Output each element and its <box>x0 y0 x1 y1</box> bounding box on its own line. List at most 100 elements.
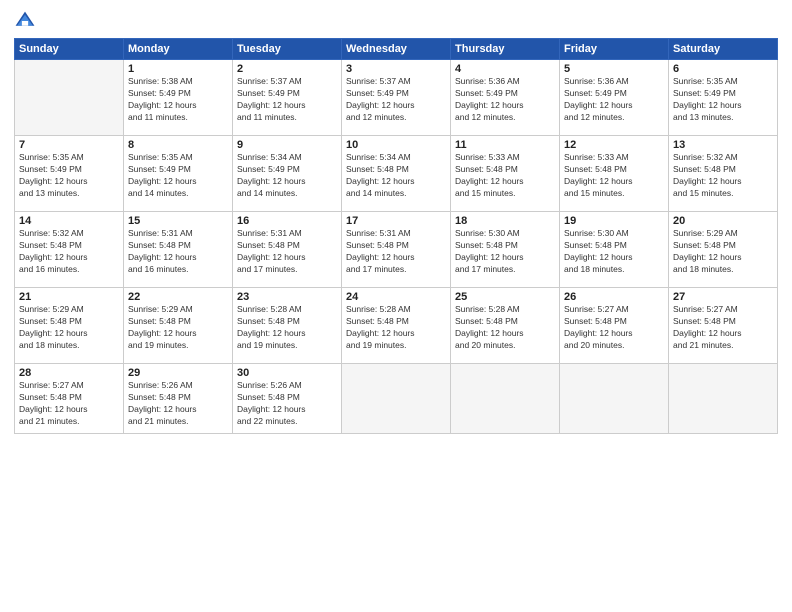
day-info: Sunrise: 5:31 AM Sunset: 5:48 PM Dayligh… <box>237 228 337 276</box>
day-number: 27 <box>673 291 773 303</box>
day-number: 13 <box>673 139 773 151</box>
day-info: Sunrise: 5:32 AM Sunset: 5:48 PM Dayligh… <box>673 152 773 200</box>
day-info: Sunrise: 5:34 AM Sunset: 5:48 PM Dayligh… <box>346 152 446 200</box>
weekday-header-sunday: Sunday <box>15 39 124 60</box>
day-info: Sunrise: 5:29 AM Sunset: 5:48 PM Dayligh… <box>128 304 228 352</box>
day-info: Sunrise: 5:30 AM Sunset: 5:48 PM Dayligh… <box>564 228 664 276</box>
calendar-cell: 18Sunrise: 5:30 AM Sunset: 5:48 PM Dayli… <box>451 212 560 288</box>
day-info: Sunrise: 5:34 AM Sunset: 5:49 PM Dayligh… <box>237 152 337 200</box>
calendar-cell: 14Sunrise: 5:32 AM Sunset: 5:48 PM Dayli… <box>15 212 124 288</box>
day-number: 7 <box>19 139 119 151</box>
day-number: 10 <box>346 139 446 151</box>
day-info: Sunrise: 5:27 AM Sunset: 5:48 PM Dayligh… <box>673 304 773 352</box>
calendar-cell: 20Sunrise: 5:29 AM Sunset: 5:48 PM Dayli… <box>669 212 778 288</box>
calendar-cell: 16Sunrise: 5:31 AM Sunset: 5:48 PM Dayli… <box>233 212 342 288</box>
day-number: 8 <box>128 139 228 151</box>
week-row-5: 28Sunrise: 5:27 AM Sunset: 5:48 PM Dayli… <box>15 364 778 434</box>
day-info: Sunrise: 5:37 AM Sunset: 5:49 PM Dayligh… <box>346 76 446 124</box>
calendar-cell: 9Sunrise: 5:34 AM Sunset: 5:49 PM Daylig… <box>233 136 342 212</box>
day-info: Sunrise: 5:35 AM Sunset: 5:49 PM Dayligh… <box>673 76 773 124</box>
calendar-cell <box>451 364 560 434</box>
day-info: Sunrise: 5:29 AM Sunset: 5:48 PM Dayligh… <box>19 304 119 352</box>
calendar-cell: 10Sunrise: 5:34 AM Sunset: 5:48 PM Dayli… <box>342 136 451 212</box>
weekday-header-friday: Friday <box>560 39 669 60</box>
calendar-cell: 19Sunrise: 5:30 AM Sunset: 5:48 PM Dayli… <box>560 212 669 288</box>
calendar-cell: 26Sunrise: 5:27 AM Sunset: 5:48 PM Dayli… <box>560 288 669 364</box>
calendar-cell <box>342 364 451 434</box>
weekday-header-row: SundayMondayTuesdayWednesdayThursdayFrid… <box>15 39 778 60</box>
day-info: Sunrise: 5:33 AM Sunset: 5:48 PM Dayligh… <box>564 152 664 200</box>
day-number: 9 <box>237 139 337 151</box>
calendar-cell: 22Sunrise: 5:29 AM Sunset: 5:48 PM Dayli… <box>124 288 233 364</box>
calendar-cell: 15Sunrise: 5:31 AM Sunset: 5:48 PM Dayli… <box>124 212 233 288</box>
calendar-cell: 5Sunrise: 5:36 AM Sunset: 5:49 PM Daylig… <box>560 60 669 136</box>
day-number: 12 <box>564 139 664 151</box>
day-number: 6 <box>673 63 773 75</box>
week-row-3: 14Sunrise: 5:32 AM Sunset: 5:48 PM Dayli… <box>15 212 778 288</box>
day-number: 4 <box>455 63 555 75</box>
day-info: Sunrise: 5:26 AM Sunset: 5:48 PM Dayligh… <box>237 380 337 428</box>
day-info: Sunrise: 5:27 AM Sunset: 5:48 PM Dayligh… <box>564 304 664 352</box>
day-info: Sunrise: 5:31 AM Sunset: 5:48 PM Dayligh… <box>128 228 228 276</box>
day-info: Sunrise: 5:29 AM Sunset: 5:48 PM Dayligh… <box>673 228 773 276</box>
day-info: Sunrise: 5:33 AM Sunset: 5:48 PM Dayligh… <box>455 152 555 200</box>
calendar-cell: 3Sunrise: 5:37 AM Sunset: 5:49 PM Daylig… <box>342 60 451 136</box>
day-number: 18 <box>455 215 555 227</box>
day-number: 16 <box>237 215 337 227</box>
week-row-2: 7Sunrise: 5:35 AM Sunset: 5:49 PM Daylig… <box>15 136 778 212</box>
day-number: 15 <box>128 215 228 227</box>
day-info: Sunrise: 5:28 AM Sunset: 5:48 PM Dayligh… <box>455 304 555 352</box>
calendar-cell: 29Sunrise: 5:26 AM Sunset: 5:48 PM Dayli… <box>124 364 233 434</box>
day-info: Sunrise: 5:31 AM Sunset: 5:48 PM Dayligh… <box>346 228 446 276</box>
calendar-cell <box>669 364 778 434</box>
calendar-cell: 11Sunrise: 5:33 AM Sunset: 5:48 PM Dayli… <box>451 136 560 212</box>
day-number: 26 <box>564 291 664 303</box>
day-number: 5 <box>564 63 664 75</box>
week-row-4: 21Sunrise: 5:29 AM Sunset: 5:48 PM Dayli… <box>15 288 778 364</box>
day-number: 19 <box>564 215 664 227</box>
day-number: 23 <box>237 291 337 303</box>
day-number: 17 <box>346 215 446 227</box>
calendar-table: SundayMondayTuesdayWednesdayThursdayFrid… <box>14 38 778 434</box>
calendar-cell: 25Sunrise: 5:28 AM Sunset: 5:48 PM Dayli… <box>451 288 560 364</box>
day-info: Sunrise: 5:32 AM Sunset: 5:48 PM Dayligh… <box>19 228 119 276</box>
calendar-cell: 17Sunrise: 5:31 AM Sunset: 5:48 PM Dayli… <box>342 212 451 288</box>
day-number: 29 <box>128 367 228 379</box>
weekday-header-wednesday: Wednesday <box>342 39 451 60</box>
day-info: Sunrise: 5:35 AM Sunset: 5:49 PM Dayligh… <box>128 152 228 200</box>
day-info: Sunrise: 5:35 AM Sunset: 5:49 PM Dayligh… <box>19 152 119 200</box>
calendar-cell: 12Sunrise: 5:33 AM Sunset: 5:48 PM Dayli… <box>560 136 669 212</box>
day-number: 20 <box>673 215 773 227</box>
day-number: 3 <box>346 63 446 75</box>
weekday-header-thursday: Thursday <box>451 39 560 60</box>
day-number: 11 <box>455 139 555 151</box>
logo-icon <box>14 10 36 32</box>
weekday-header-monday: Monday <box>124 39 233 60</box>
day-number: 21 <box>19 291 119 303</box>
week-row-1: 1Sunrise: 5:38 AM Sunset: 5:49 PM Daylig… <box>15 60 778 136</box>
calendar-cell: 2Sunrise: 5:37 AM Sunset: 5:49 PM Daylig… <box>233 60 342 136</box>
calendar-cell: 24Sunrise: 5:28 AM Sunset: 5:48 PM Dayli… <box>342 288 451 364</box>
calendar-cell <box>15 60 124 136</box>
day-number: 25 <box>455 291 555 303</box>
weekday-header-tuesday: Tuesday <box>233 39 342 60</box>
day-info: Sunrise: 5:28 AM Sunset: 5:48 PM Dayligh… <box>346 304 446 352</box>
day-number: 30 <box>237 367 337 379</box>
day-number: 28 <box>19 367 119 379</box>
calendar-cell: 27Sunrise: 5:27 AM Sunset: 5:48 PM Dayli… <box>669 288 778 364</box>
calendar-cell: 7Sunrise: 5:35 AM Sunset: 5:49 PM Daylig… <box>15 136 124 212</box>
day-info: Sunrise: 5:27 AM Sunset: 5:48 PM Dayligh… <box>19 380 119 428</box>
day-info: Sunrise: 5:37 AM Sunset: 5:49 PM Dayligh… <box>237 76 337 124</box>
logo <box>14 10 40 32</box>
calendar-cell: 28Sunrise: 5:27 AM Sunset: 5:48 PM Dayli… <box>15 364 124 434</box>
day-info: Sunrise: 5:26 AM Sunset: 5:48 PM Dayligh… <box>128 380 228 428</box>
calendar-cell: 21Sunrise: 5:29 AM Sunset: 5:48 PM Dayli… <box>15 288 124 364</box>
calendar-cell: 4Sunrise: 5:36 AM Sunset: 5:49 PM Daylig… <box>451 60 560 136</box>
day-number: 24 <box>346 291 446 303</box>
day-info: Sunrise: 5:38 AM Sunset: 5:49 PM Dayligh… <box>128 76 228 124</box>
day-number: 1 <box>128 63 228 75</box>
day-info: Sunrise: 5:28 AM Sunset: 5:48 PM Dayligh… <box>237 304 337 352</box>
calendar-cell: 1Sunrise: 5:38 AM Sunset: 5:49 PM Daylig… <box>124 60 233 136</box>
calendar-cell: 6Sunrise: 5:35 AM Sunset: 5:49 PM Daylig… <box>669 60 778 136</box>
day-info: Sunrise: 5:36 AM Sunset: 5:49 PM Dayligh… <box>564 76 664 124</box>
